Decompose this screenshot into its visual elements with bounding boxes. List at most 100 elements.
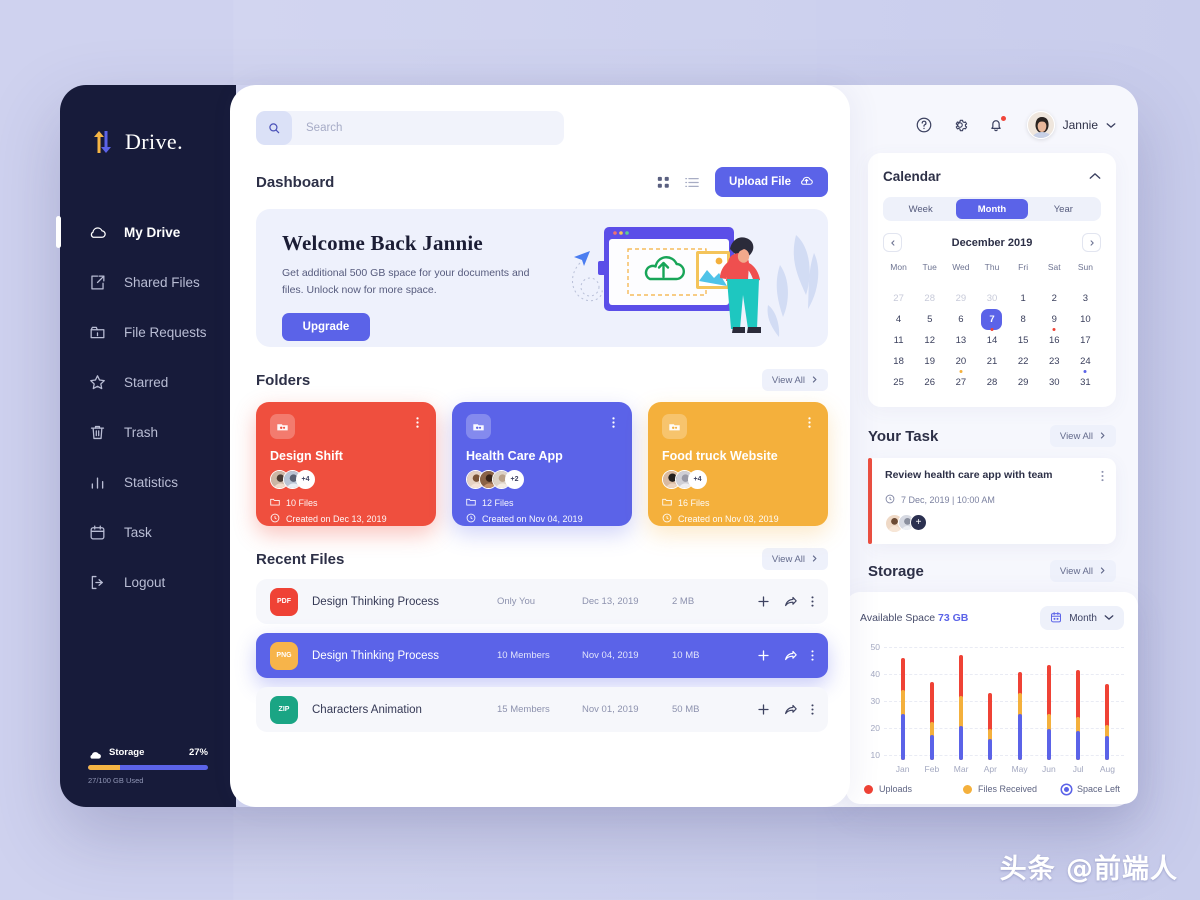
- chart-x-tick-label: Mar: [953, 764, 969, 774]
- recent-files-header: Recent Files View All: [256, 548, 828, 570]
- calendar-day[interactable]: 17: [1070, 330, 1101, 351]
- storage-progress-bar: [88, 765, 208, 770]
- folders-header: Folders View All: [256, 369, 828, 391]
- calendar-day[interactable]: 21: [976, 351, 1007, 372]
- list-view-icon[interactable]: [685, 177, 699, 188]
- calendar-weekday-row: Mon Tue Wed Thu Fri Sat Sun: [883, 262, 1101, 278]
- share-icon[interactable]: [784, 703, 797, 716]
- calendar-day[interactable]: 16: [1039, 330, 1070, 351]
- sidebar-item-task[interactable]: Task: [60, 507, 236, 557]
- chevron-left-icon[interactable]: [883, 233, 902, 252]
- calendar-day[interactable]: 5: [914, 309, 945, 330]
- chevron-up-icon[interactable]: [1089, 167, 1101, 185]
- brand-logo[interactable]: Drive.: [60, 117, 236, 155]
- view-all-label: View All: [1059, 565, 1093, 577]
- chevron-right-icon[interactable]: [1082, 233, 1101, 252]
- gear-icon[interactable]: [951, 116, 969, 134]
- sidebar-item-statistics[interactable]: Statistics: [60, 457, 236, 507]
- notification-badge: [1000, 116, 1006, 121]
- calendar-day[interactable]: 29: [945, 288, 976, 309]
- sidebar-item-file-requests[interactable]: File Requests: [60, 307, 236, 357]
- calendar-day[interactable]: 4: [883, 309, 914, 330]
- folders-view-all-button[interactable]: View All: [761, 369, 828, 391]
- calendar-day[interactable]: 10: [1070, 309, 1101, 330]
- sidebar-item-starred[interactable]: Starred: [60, 357, 236, 407]
- table-row[interactable]: PNG Design Thinking Process 10 Members N…: [256, 633, 828, 678]
- calendar-day[interactable]: 30: [976, 288, 1007, 309]
- more-icon[interactable]: [811, 595, 814, 608]
- calendar-day[interactable]: 2: [1039, 288, 1070, 309]
- folder-more-icon[interactable]: [413, 414, 422, 436]
- more-icon[interactable]: [811, 703, 814, 716]
- add-member-button[interactable]: +: [910, 514, 927, 531]
- search-button[interactable]: [256, 111, 292, 145]
- calendar-day[interactable]: 15: [1008, 330, 1039, 351]
- calendar-day[interactable]: 25: [883, 372, 914, 393]
- sidebar-item-trash[interactable]: Trash: [60, 407, 236, 457]
- banner-title: Welcome Back Jannie: [282, 231, 483, 255]
- folder-more-icon[interactable]: [609, 414, 618, 436]
- folder-card[interactable]: Health Care App +2 12 Files Created on N…: [452, 402, 632, 526]
- chart-y-tick-label: 30: [870, 696, 880, 706]
- calendar-day[interactable]: 24: [1070, 351, 1101, 373]
- share-icon[interactable]: [784, 649, 797, 662]
- user-menu[interactable]: Jannie: [1026, 111, 1116, 139]
- calendar-day[interactable]: 1: [1008, 288, 1039, 309]
- calendar-day[interactable]: 30: [1039, 372, 1070, 393]
- upgrade-button[interactable]: Upgrade: [282, 312, 370, 341]
- storage-view-all-button[interactable]: View All: [1049, 560, 1116, 582]
- folder-more-icon[interactable]: [805, 414, 814, 436]
- add-icon[interactable]: [757, 595, 770, 608]
- upload-file-button[interactable]: Upload File: [715, 167, 828, 197]
- calendar-day[interactable]: 19: [914, 351, 945, 372]
- table-row[interactable]: PDF Design Thinking Process Only You Dec…: [256, 579, 828, 624]
- more-icon[interactable]: [811, 649, 814, 662]
- calendar-day[interactable]: 6: [945, 309, 976, 330]
- bell-icon[interactable]: [987, 116, 1006, 134]
- help-circle-icon[interactable]: [915, 116, 933, 134]
- calendar-day[interactable]: 22: [1008, 351, 1039, 372]
- add-icon[interactable]: [757, 649, 770, 662]
- calendar-day[interactable]: 9: [1039, 309, 1070, 331]
- available-space-text: Available Space: [860, 612, 936, 624]
- folder-card[interactable]: Food truck Website +4 16 Files Created o…: [648, 402, 828, 526]
- folders-list: Design Shift +4 10 Files Created on Dec …: [256, 402, 828, 526]
- sidebar-item-logout[interactable]: Logout: [60, 557, 236, 607]
- calendar-day[interactable]: 28: [914, 288, 945, 309]
- sidebar-item-label: Logout: [124, 574, 166, 590]
- sidebar-item-label: Trash: [124, 424, 159, 440]
- calendar-day-selected[interactable]: 7: [981, 309, 1003, 331]
- calendar-day[interactable]: 3: [1070, 288, 1101, 309]
- chart-period-select[interactable]: Month: [1040, 606, 1124, 630]
- calendar-day[interactable]: 29: [1008, 372, 1039, 393]
- tab-year[interactable]: Year: [1028, 199, 1099, 219]
- calendar-day[interactable]: 28: [976, 372, 1007, 393]
- add-icon[interactable]: [757, 703, 770, 716]
- calendar-day[interactable]: 31: [1070, 372, 1101, 393]
- tab-month[interactable]: Month: [956, 199, 1028, 219]
- calendar-day[interactable]: 18: [883, 351, 914, 372]
- calendar-day[interactable]: 20: [945, 351, 976, 373]
- tab-week[interactable]: Week: [885, 199, 956, 219]
- grid-view-icon[interactable]: [657, 176, 670, 189]
- calendar-day[interactable]: 26: [914, 372, 945, 393]
- calendar-day[interactable]: 11: [883, 330, 914, 351]
- calendar-day[interactable]: 23: [1039, 351, 1070, 372]
- calendar-day[interactable]: 27: [945, 372, 976, 393]
- sidebar-item-shared-files[interactable]: Shared Files: [60, 257, 236, 307]
- task-card[interactable]: Review health care app with team 7 Dec, …: [868, 458, 1116, 544]
- share-icon[interactable]: [784, 595, 797, 608]
- sidebar-item-my-drive[interactable]: My Drive: [56, 207, 236, 257]
- folder-card[interactable]: Design Shift +4 10 Files Created on Dec …: [256, 402, 436, 526]
- search-input[interactable]: [292, 122, 564, 134]
- task-view-all-button[interactable]: View All: [1049, 425, 1116, 447]
- calendar-day[interactable]: 27: [883, 288, 914, 309]
- calendar-day[interactable]: 13: [945, 330, 976, 351]
- table-row[interactable]: ZIP Characters Animation 15 Members Nov …: [256, 687, 828, 732]
- sidebar-item-label: Task: [124, 524, 152, 540]
- calendar-day[interactable]: 12: [914, 330, 945, 351]
- calendar-day[interactable]: 8: [1008, 309, 1039, 330]
- calendar-day[interactable]: 14: [976, 330, 1007, 351]
- recent-files-view-all-button[interactable]: View All: [761, 548, 828, 570]
- more-icon[interactable]: [1101, 469, 1104, 487]
